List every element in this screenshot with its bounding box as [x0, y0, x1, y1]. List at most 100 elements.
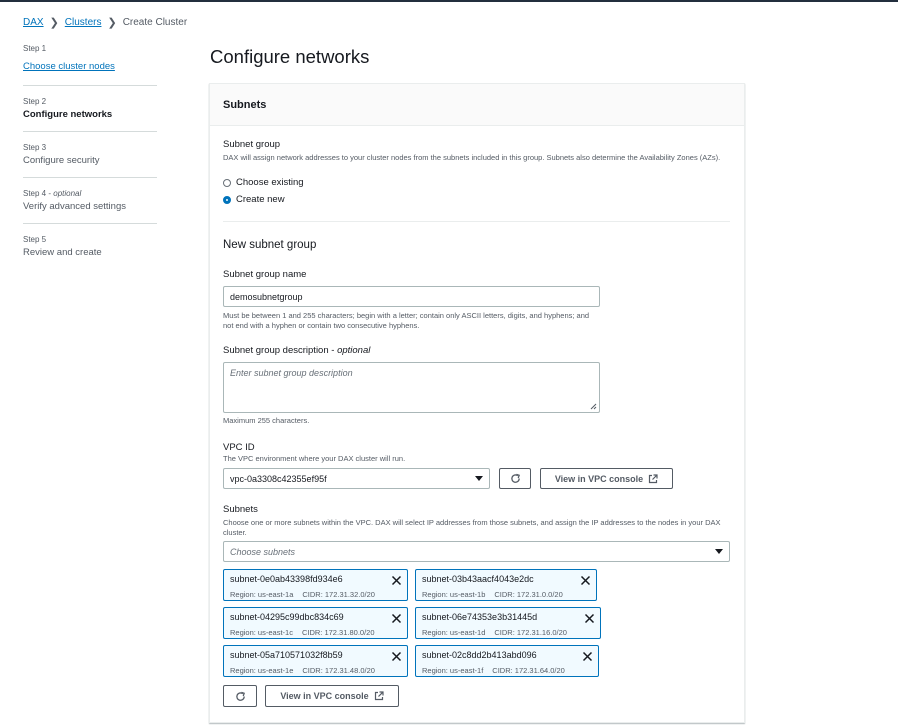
step-number-text: Step 4 -	[23, 189, 54, 198]
textarea-placeholder: Enter subnet group description	[230, 368, 353, 378]
step-number: Step 4 - optional	[23, 189, 157, 198]
subnet-group-label: Subnet group	[223, 139, 281, 150]
close-icon[interactable]	[582, 651, 593, 662]
token-name: subnet-02c8dd2b413abd096	[422, 650, 537, 660]
subnet-group-description-hint: Maximum 255 characters.	[223, 416, 310, 425]
token-meta: Region: us-east-1c CIDR: 172.31.80.0/20	[230, 628, 375, 637]
subnet-token: subnet-06e74353e3b31445d Region: us-east…	[415, 607, 601, 639]
caret-down-icon	[715, 549, 723, 554]
step-2: Step 2 Configure networks	[23, 97, 157, 132]
breadcrumb: DAX ❯ Clusters ❯ Create Cluster	[23, 16, 187, 29]
divider	[223, 221, 730, 222]
token-cidr: CIDR: 172.31.32.0/20	[302, 590, 375, 599]
input-value: demosubnetgroup	[230, 291, 303, 302]
close-icon[interactable]	[391, 651, 402, 662]
token-cidr: CIDR: 172.31.16.0/20	[494, 628, 567, 637]
step-label-configure-security: Configure security	[23, 155, 100, 166]
vpc-id-select[interactable]: vpc-0a3308c42355ef95f	[223, 468, 490, 489]
radio-button-selected[interactable]	[223, 195, 231, 204]
subnet-group-name-hint: Must be between 1 and 255 characters; be…	[223, 311, 590, 330]
refresh-icon	[235, 691, 245, 701]
step-label-configure-networks: Configure networks	[23, 109, 113, 120]
select-placeholder: Choose subnets	[230, 546, 296, 557]
subnet-token: subnet-03b43aacf4043e2dc Region: us-east…	[415, 569, 597, 601]
token-cidr: CIDR: 172.31.0.0/20	[494, 590, 563, 599]
subnet-group-description-textarea[interactable]: Enter subnet group description	[223, 362, 600, 413]
subnets-multiselect[interactable]: Choose subnets	[223, 541, 730, 562]
page-title: Configure networks	[210, 46, 370, 67]
radio-create-new[interactable]: Create new	[223, 194, 285, 205]
select-value: vpc-0a3308c42355ef95f	[230, 473, 327, 484]
token-region: Region: us-east-1c	[230, 628, 293, 637]
step-label-verify-advanced-settings: Verify advanced settings	[23, 201, 126, 212]
token-name: subnet-04295c99dbc834c69	[230, 612, 344, 622]
step-label-review-and-create: Review and create	[23, 247, 102, 258]
radio-label: Create new	[236, 194, 285, 205]
token-cidr: CIDR: 172.31.64.0/20	[492, 666, 565, 675]
vpc-id-description: The VPC environment where your DAX clust…	[223, 454, 406, 463]
resize-handle-icon[interactable]	[590, 403, 597, 410]
subnet-group-name-label: Subnet group name	[223, 269, 307, 280]
button-label: View in VPC console	[554, 473, 644, 484]
step-4: Step 4 - optional Verify advanced settin…	[23, 189, 157, 224]
step-3: Step 3 Configure security	[23, 143, 157, 178]
breadcrumb-current: Create Cluster	[122, 17, 188, 28]
step-number: Step 2	[23, 97, 47, 106]
token-region: Region: us-east-1b	[422, 590, 486, 599]
subnet-group-description-label: Subnet group description - optional	[223, 345, 370, 356]
panel-header: Subnets	[210, 84, 744, 126]
optional-tag: optional	[53, 189, 82, 198]
subnet-token: subnet-02c8dd2b413abd096 Region: us-east…	[415, 645, 599, 677]
subnet-token: subnet-04295c99dbc834c69 Region: us-east…	[223, 607, 408, 639]
vpc-id-label: VPC ID	[223, 442, 255, 453]
subnet-token: subnet-0e0ab43398fd934e6 Region: us-east…	[223, 569, 408, 601]
view-in-vpc-console-button[interactable]: View in VPC console	[265, 685, 399, 707]
wizard-steps: Step 1 Choose cluster nodes Step 2 Confi…	[23, 44, 157, 280]
breadcrumb-dax[interactable]: DAX	[23, 17, 44, 28]
radio-choose-existing[interactable]: Choose existing	[223, 177, 304, 188]
subnets-panel: Subnets Subnet group DAX will assign net…	[209, 83, 745, 723]
external-link-icon	[374, 691, 384, 701]
token-region: Region: us-east-1a	[230, 590, 294, 599]
panel-title: Subnets	[223, 98, 267, 111]
token-region: Region: us-east-1f	[422, 666, 484, 675]
token-region: Region: us-east-1e	[230, 666, 294, 675]
token-meta: Region: us-east-1b CIDR: 172.31.0.0/20	[422, 590, 563, 599]
close-icon[interactable]	[391, 575, 402, 586]
step-number: Step 3	[23, 143, 47, 152]
step-5: Step 5 Review and create	[23, 235, 157, 269]
chevron-right-icon: ❯	[49, 17, 59, 29]
radio-label: Choose existing	[236, 177, 304, 188]
radio-button[interactable]	[223, 178, 231, 187]
subnet-group-name-input[interactable]: demosubnetgroup	[223, 286, 600, 307]
button-label: View in VPC console	[280, 691, 369, 701]
token-meta: Region: us-east-1e CIDR: 172.31.48.0/20	[230, 666, 375, 675]
chevron-right-icon: ❯	[107, 17, 117, 29]
vpc-refresh-button[interactable]	[499, 468, 531, 489]
close-icon[interactable]	[391, 613, 402, 624]
view-in-vpc-console-button[interactable]: View in VPC console	[540, 468, 673, 489]
token-cidr: CIDR: 172.31.48.0/20	[302, 666, 375, 675]
token-name: subnet-03b43aacf4043e2dc	[422, 574, 534, 584]
token-meta: Region: us-east-1a CIDR: 172.31.32.0/20	[230, 590, 375, 599]
optional-tag: optional	[337, 345, 371, 356]
breadcrumb-clusters[interactable]: Clusters	[65, 17, 102, 28]
close-icon[interactable]	[580, 575, 591, 586]
step-link-choose-cluster-nodes[interactable]: Choose cluster nodes	[23, 61, 115, 72]
subnet-token: subnet-05a710571032f8b59 Region: us-east…	[223, 645, 408, 677]
external-link-icon	[649, 473, 658, 483]
subnets-label: Subnets	[223, 504, 258, 515]
token-name: subnet-05a710571032f8b59	[230, 650, 343, 660]
token-region: Region: us-east-1d	[422, 628, 486, 637]
token-name: subnet-06e74353e3b31445d	[422, 612, 538, 622]
caret-down-icon	[475, 476, 483, 481]
new-subnet-group-title: New subnet group	[223, 239, 317, 251]
token-meta: Region: us-east-1f CIDR: 172.31.64.0/20	[422, 666, 565, 675]
subnets-refresh-button[interactable]	[223, 685, 257, 707]
refresh-icon	[510, 473, 520, 483]
close-icon[interactable]	[584, 613, 595, 624]
token-name: subnet-0e0ab43398fd934e6	[230, 574, 343, 584]
token-meta: Region: us-east-1d CIDR: 172.31.16.0/20	[422, 628, 567, 637]
step-number: Step 1	[23, 44, 47, 53]
step-1: Step 1 Choose cluster nodes	[23, 44, 157, 86]
